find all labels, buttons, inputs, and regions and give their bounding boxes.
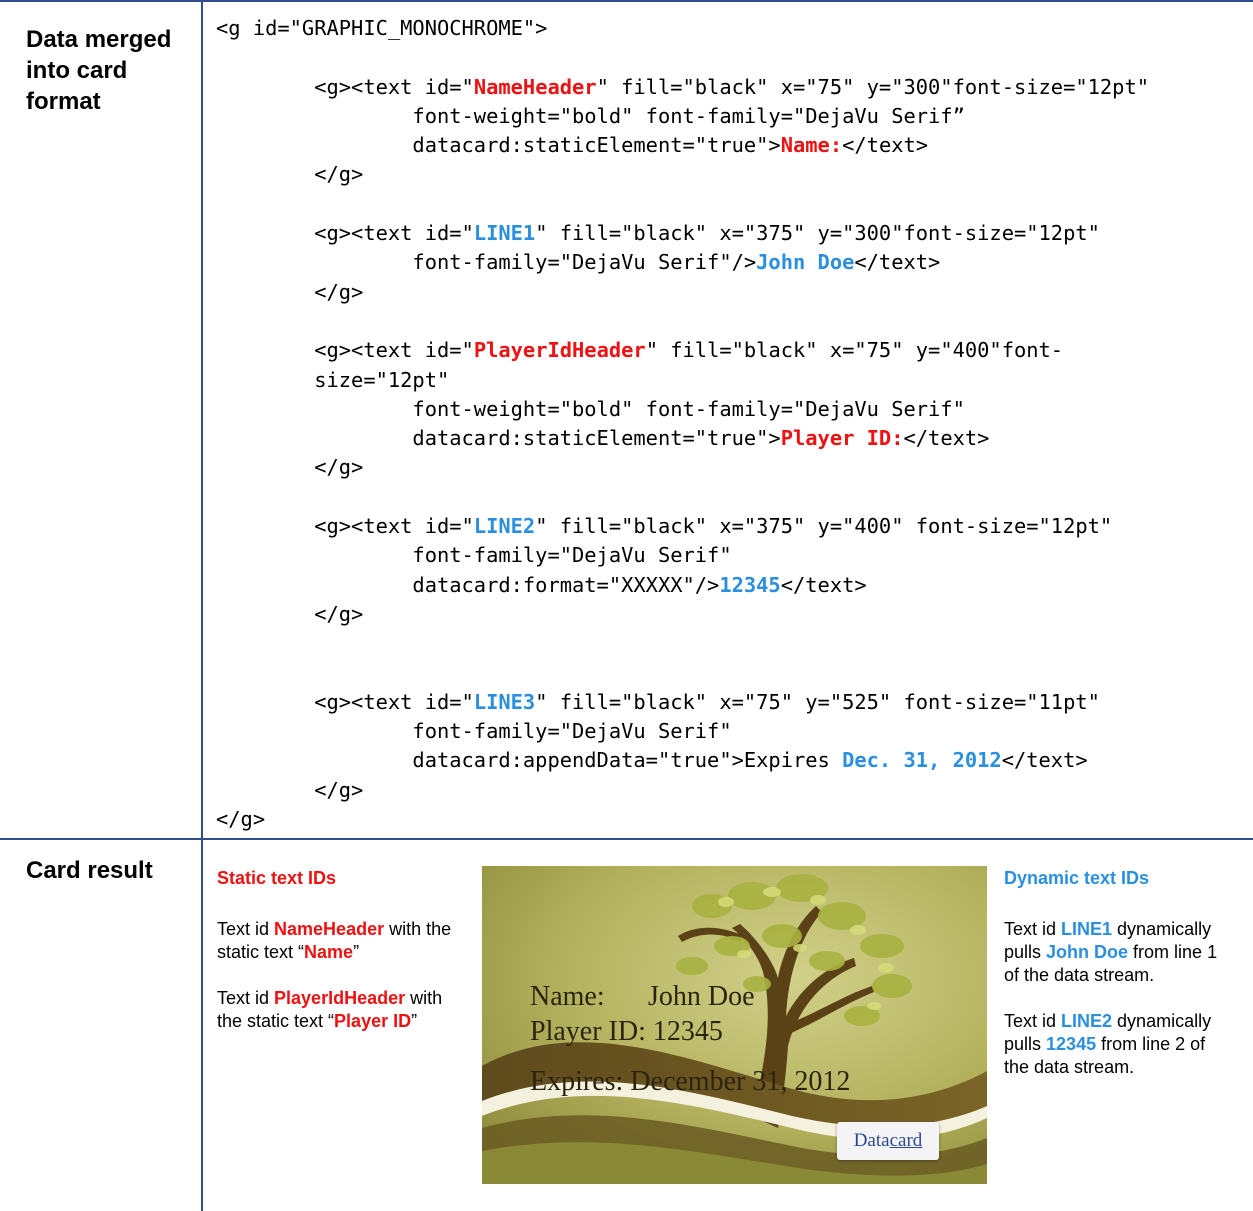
- code-line: <g><text id="NameHeader" fill="black" x=…: [216, 74, 1150, 99]
- code-line: size="12pt": [216, 367, 450, 392]
- static-note-nameheader: Text id NameHeader with the static text …: [217, 919, 452, 962]
- row-label-data-merged: Data merged into card format: [26, 26, 172, 115]
- code-id-line2: LINE2: [473, 514, 536, 539]
- code-line: <g><text id="LINE2" fill="black" x="375"…: [216, 514, 1113, 539]
- card-player-id: Player ID: 12345: [530, 1016, 723, 1047]
- code-line: font-weight="bold" font-family="DejaVu S…: [216, 103, 965, 128]
- code-line: font-family="DejaVu Serif": [216, 719, 732, 744]
- dynamic-text-notes: Dynamic text IDs Text id LINE1 dynamical…: [1004, 867, 1234, 1102]
- code-line: </g>: [216, 777, 364, 802]
- code-line: <g id="GRAPHIC_MONOCHROME">: [216, 16, 548, 40]
- code-line: </g>: [216, 601, 364, 626]
- static-text-notes: Static text IDs Text id NameHeader with …: [217, 867, 467, 1056]
- table-top-rule: [0, 0, 1253, 2]
- card-expires: Expires: December 31, 2012: [530, 1066, 851, 1097]
- code-line: font-weight="bold" font-family="DejaVu S…: [216, 396, 965, 421]
- code-id-line3: LINE3: [473, 689, 536, 714]
- card-name-value: John Doe: [648, 981, 755, 1012]
- code-static-name: Name:: [780, 133, 843, 158]
- svg-code-block: <g id="GRAPHIC_MONOCHROME"> <g><text id=…: [216, 14, 1149, 834]
- code-line: font-family="DejaVu Serif": [216, 543, 732, 568]
- code-line: </g>: [216, 807, 266, 832]
- dynamic-note-line2: Text id LINE2 dynamically pulls 12345 fr…: [1004, 1011, 1212, 1077]
- code-line: datacard:staticElement="true">Name:</tex…: [216, 133, 929, 158]
- table-middle-rule: [0, 838, 1253, 840]
- code-line: datacard:staticElement="true">Player ID:…: [216, 426, 990, 451]
- card-name-label: Name:: [530, 981, 605, 1012]
- code-id-line1: LINE1: [473, 221, 536, 246]
- code-value-12345: 12345: [719, 572, 781, 597]
- code-value-expiry: Dec. 31, 2012: [842, 748, 1002, 773]
- code-line: </g>: [216, 455, 364, 480]
- code-value-john-doe: John Doe: [756, 250, 855, 275]
- datacard-logo: Datacard: [837, 1122, 939, 1160]
- code-line: <g><text id="PlayerIdHeader" fill="black…: [216, 338, 1064, 363]
- card-preview: Name: John Doe Player ID: 12345 Expires:…: [482, 866, 987, 1184]
- code-line: font-family="DejaVu Serif"/>John Doe</te…: [216, 250, 941, 275]
- row-label-card-result: Card result: [26, 857, 153, 884]
- datacard-logo-text: Datacard: [853, 1130, 923, 1151]
- code-line: </g>: [216, 279, 364, 304]
- code-line: <g><text id="LINE1" fill="black" x="375"…: [216, 221, 1100, 246]
- dynamic-notes-heading: Dynamic text IDs: [1004, 868, 1150, 888]
- code-id-playeridheader: PlayerIdHeader: [473, 338, 646, 363]
- dynamic-note-line1: Text id LINE1 dynamically pulls John Doe…: [1004, 919, 1218, 985]
- code-line: datacard:format="XXXXX"/>12345</text>: [216, 572, 867, 597]
- code-static-player-id: Player ID:: [780, 426, 904, 451]
- code-line: </g>: [216, 162, 364, 187]
- table-column-divider: [201, 0, 203, 1211]
- code-id-nameheader: NameHeader: [473, 74, 597, 99]
- code-line: datacard:appendData="true">Expires Dec. …: [216, 748, 1088, 773]
- static-notes-heading: Static text IDs: [217, 868, 337, 888]
- code-line: <g><text id="LINE3" fill="black" x="75" …: [216, 689, 1100, 714]
- static-note-playeridheader: Text id PlayerIdHeader with the static t…: [217, 988, 443, 1031]
